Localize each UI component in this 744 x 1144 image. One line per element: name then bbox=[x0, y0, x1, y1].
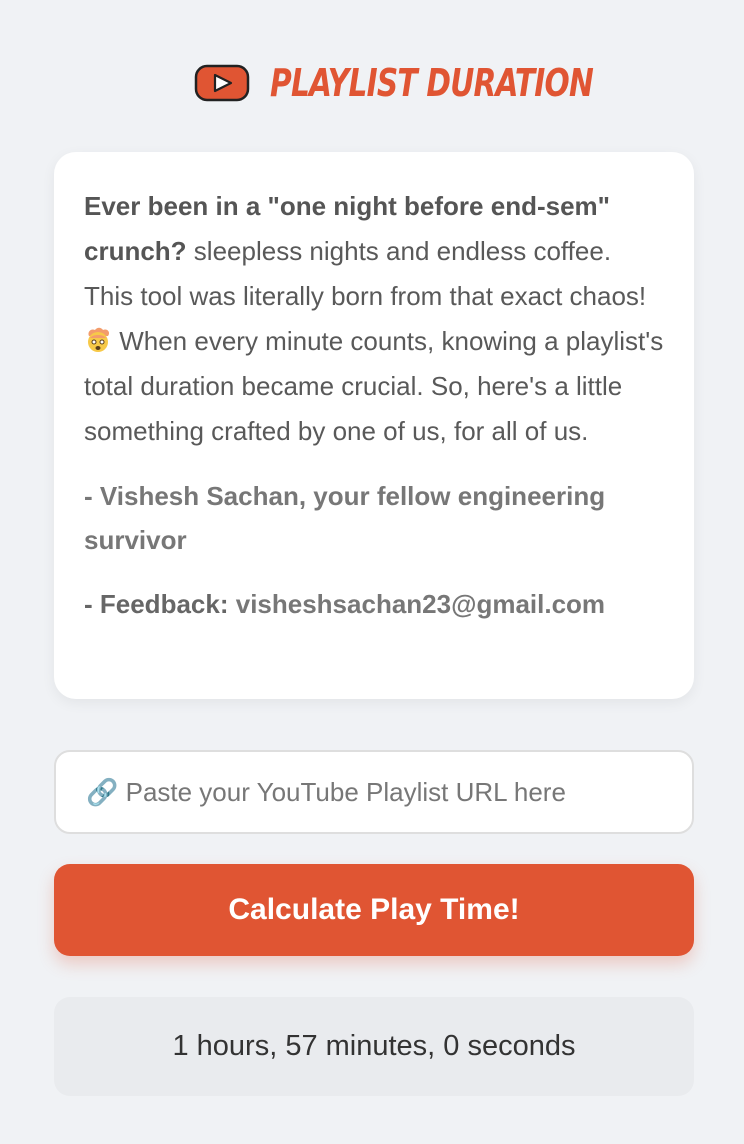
feedback-line: - Feedback: visheshsachan23@gmail.com bbox=[84, 582, 664, 626]
youtube-play-icon bbox=[194, 64, 250, 102]
result-box: 1 hours, 57 minutes, 0 seconds bbox=[54, 997, 694, 1096]
intro-text: Ever been in a "one night before end-sem… bbox=[84, 184, 664, 454]
exploding-head-emoji-icon bbox=[88, 327, 110, 352]
feedback-label: - Feedback: bbox=[84, 589, 229, 619]
playlist-url-input[interactable] bbox=[54, 750, 694, 834]
author-signature: - Vishesh Sachan, your fellow engineerin… bbox=[84, 481, 606, 555]
duration-result-text: 1 hours, 57 minutes, 0 seconds bbox=[172, 1030, 576, 1062]
intro-text-part-2: When every minute counts, knowing a play… bbox=[84, 326, 664, 446]
app-header: Playlist Duration bbox=[0, 58, 744, 108]
page-title: Playlist Duration bbox=[270, 61, 594, 105]
intro-card: Ever been in a "one night before end-sem… bbox=[54, 152, 694, 699]
feedback-email: visheshsachan23@gmail.com bbox=[235, 589, 606, 619]
calculate-play-time-button[interactable]: Calculate Play Time! bbox=[54, 864, 694, 956]
